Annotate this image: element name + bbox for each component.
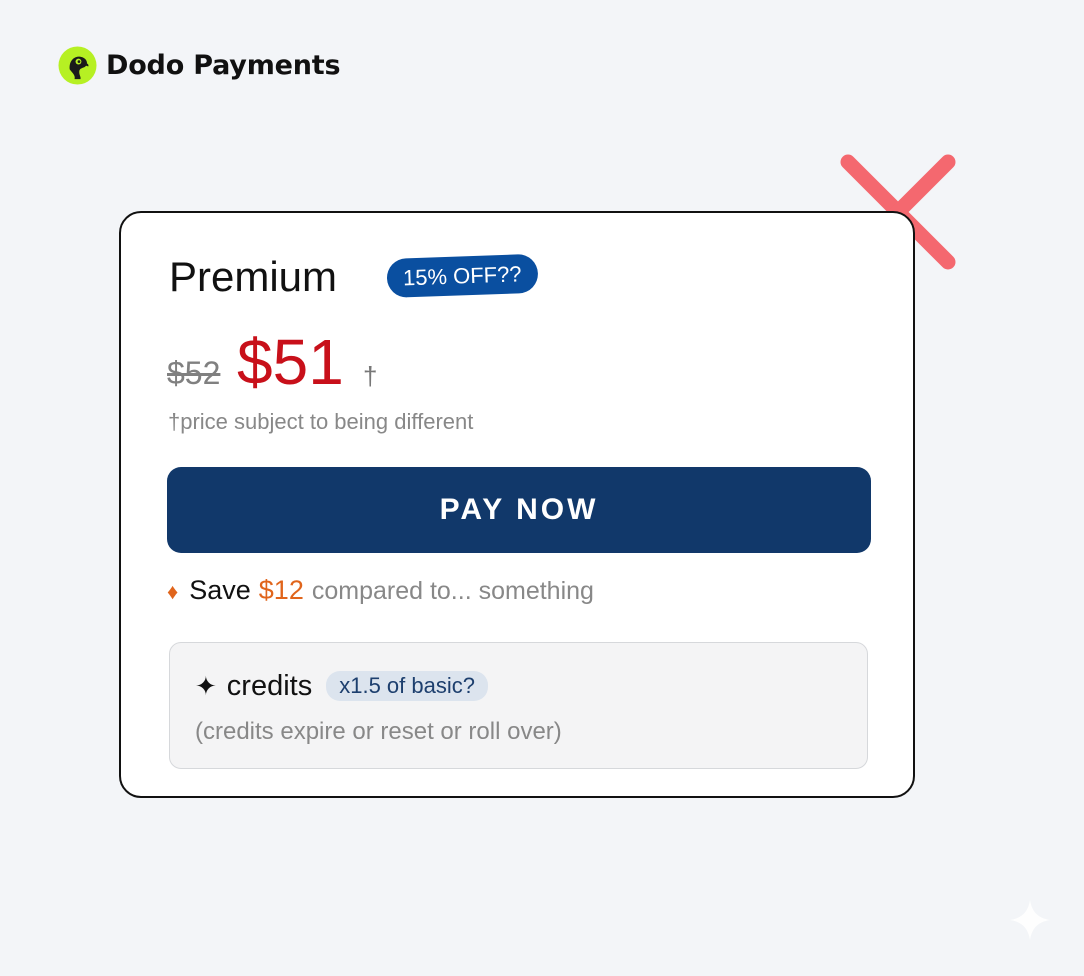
price-disclaimer: †price subject to being different [168,409,474,434]
diamond-icon: ♦ [167,579,179,604]
brand-header: Dodo Payments [58,46,341,85]
new-price: $51 [237,326,344,398]
sparkle-icon: ✦ [195,671,217,701]
savings-comparison: compared to... something [311,577,594,605]
savings-amount: $12 [258,575,304,605]
corner-sparkle-icon [1010,900,1050,940]
credits-row: ✦ credits x1.5 of basic? [195,669,488,703]
credits-note: (credits expire or reset or roll over) [195,718,562,745]
pricing-card: Premium 15% OFF?? $52 $51 † †price subje… [119,211,915,798]
pay-now-button[interactable]: PAY NOW [167,467,871,553]
credits-multiplier-chip: x1.5 of basic? [326,671,488,701]
savings-line: ♦ Save $12 compared to... something [167,573,594,609]
brand-name: Dodo Payments [106,50,341,81]
credits-panel: ✦ credits x1.5 of basic? (credits expire… [169,642,868,769]
discount-badge: 15% OFF?? [386,253,539,298]
plan-title: Premium [169,253,338,300]
price-footnote-marker: † [363,361,378,391]
savings-label: Save [189,575,251,605]
old-price: $52 [167,355,221,391]
dodo-bird-logo-icon [58,46,97,85]
credits-label: credits [226,670,313,702]
